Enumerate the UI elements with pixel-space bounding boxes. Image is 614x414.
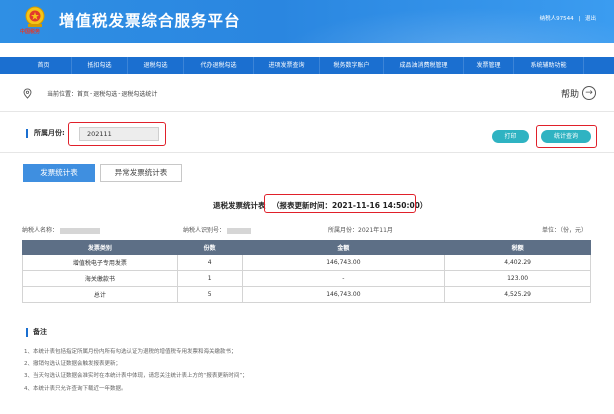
- nav-item-home[interactable]: 首页: [16, 57, 72, 74]
- table-cell: 123.00: [444, 270, 591, 287]
- user-separator: |: [578, 16, 581, 22]
- tab-invoice-stats[interactable]: 发票统计表: [23, 164, 95, 182]
- taxpayer-name-label: 纳税人名称：: [22, 227, 59, 234]
- main-nav: 首页 抵扣勾选 退税勾选 代办退税勾选 进项发票查询 税务数字账户 成品油消费税…: [0, 57, 614, 74]
- note-item: 4、本统计表只允许查询下载近一年数据。: [24, 385, 127, 392]
- table-cell: 146,743.00: [241, 286, 446, 303]
- table-header-row: 发票类别 份数 金额 税额: [22, 240, 591, 255]
- table-row: 海关缴款书 1 - 123.00: [22, 270, 591, 287]
- user-name[interactable]: 纳税人97544: [540, 16, 574, 22]
- logout-link[interactable]: 退出: [585, 16, 596, 22]
- location-pin-icon: [23, 88, 32, 99]
- table-row-total: 总计 5 146,743.00 4,525.29: [22, 286, 591, 303]
- breadcrumb-home[interactable]: 首页: [77, 89, 89, 98]
- tab-abnormal-invoice-stats[interactable]: 异常发票统计表: [100, 164, 182, 182]
- logo-text: 中国税务: [20, 29, 41, 35]
- notes-list: 1、本统计表包括指定所属月份内所有勾选认证为退税的增值税专用发票和海关缴款书； …: [24, 346, 248, 395]
- redacted-value: [227, 227, 252, 234]
- breadcrumb-refund-selection[interactable]: 退税勾选: [93, 89, 117, 98]
- nav-item-digital-tax-account[interactable]: 税务数字账户: [320, 57, 384, 74]
- note-item: 3、当天勾选认证数据会准实时在本统计表中体现，请您关注统计表上方的“报表更新时间…: [24, 373, 248, 380]
- column-header: 发票类别: [22, 240, 178, 255]
- nav-item-deduction-selection[interactable]: 抵扣勾选: [72, 57, 128, 74]
- table-cell: 总计: [22, 286, 178, 303]
- user-area: 纳税人97544 | 退出: [537, 14, 596, 22]
- highlight-box-update-time: [264, 194, 416, 213]
- table-cell: 4: [176, 254, 243, 271]
- nav-item-agent-refund-selection[interactable]: 代办退税勾选: [184, 57, 254, 74]
- table-row: 增值税电子专用发票 4 146,743.00 4,402.29: [22, 254, 591, 271]
- print-button[interactable]: 打印: [492, 130, 529, 143]
- note-item: 1、本统计表包括指定所属月份内所有勾选认证为退税的增值税专用发票和海关缴款书；: [24, 349, 237, 355]
- column-header: 税额: [444, 240, 591, 255]
- report-unit: 单位：（份，元）: [542, 227, 588, 234]
- table-cell: 5: [176, 286, 243, 303]
- tax-emblem-icon: [25, 6, 45, 27]
- table-cell: 4,402.29: [444, 254, 591, 271]
- app-header: 中国税务 增值税发票综合服务平台 纳税人97544 | 退出: [0, 0, 614, 43]
- divider: [0, 152, 614, 153]
- taxpayer-name: 纳税人名称：: [22, 225, 101, 234]
- help-button[interactable]: 帮助 →: [561, 86, 596, 100]
- nav-item-refund-selection[interactable]: 退税勾选: [128, 57, 184, 74]
- taxpayer-id: 纳税人识别号：: [183, 225, 252, 234]
- column-header: 金额: [241, 240, 446, 255]
- nav-item-input-invoice-query[interactable]: 进项发票查询: [254, 57, 320, 74]
- note-item: 2、撤销勾选认证数据会触发报表更新；: [24, 361, 122, 368]
- report-title: 退税发票统计表: [213, 201, 266, 210]
- breadcrumb: 当前位置： 首页 - 退税勾选 - 退税勾选统计: [22, 88, 157, 99]
- table-cell: 4,525.29: [444, 286, 591, 303]
- table-cell: -: [241, 270, 446, 287]
- table-cell: 海关缴款书: [22, 270, 178, 287]
- month-label: 所属月份:: [26, 129, 65, 138]
- nav-item-invoice-management[interactable]: 发票管理: [464, 57, 514, 74]
- nav-item-system-tools[interactable]: 系统辅助功能: [514, 57, 584, 74]
- highlight-box-month: [68, 122, 166, 146]
- invoice-stats-table: 发票类别 份数 金额 税额 增值税电子专用发票 4 146,743.00 4,4…: [22, 240, 591, 303]
- help-label: 帮助: [560, 89, 579, 100]
- divider: [0, 111, 614, 112]
- taxpayer-id-label: 纳税人识别号：: [183, 227, 226, 234]
- table-cell: 增值税电子专用发票: [22, 254, 178, 271]
- column-header: 份数: [176, 240, 243, 255]
- nav-item-oil-consumption-tax[interactable]: 成品油消费税管理: [384, 57, 464, 74]
- highlight-box-query: [536, 125, 597, 148]
- redacted-value: [60, 227, 101, 234]
- notes-title: 备注: [26, 328, 47, 337]
- breadcrumb-current: 退税勾选统计: [121, 91, 158, 98]
- app-title: 增值税发票综合服务平台: [59, 12, 241, 30]
- table-cell: 1: [176, 270, 243, 287]
- report-period: 所属月份：2021年11月: [328, 227, 393, 234]
- breadcrumb-prefix: 当前位置：: [47, 91, 78, 98]
- table-cell: 146,743.00: [241, 254, 446, 271]
- arrow-right-circle-icon: →: [582, 86, 596, 100]
